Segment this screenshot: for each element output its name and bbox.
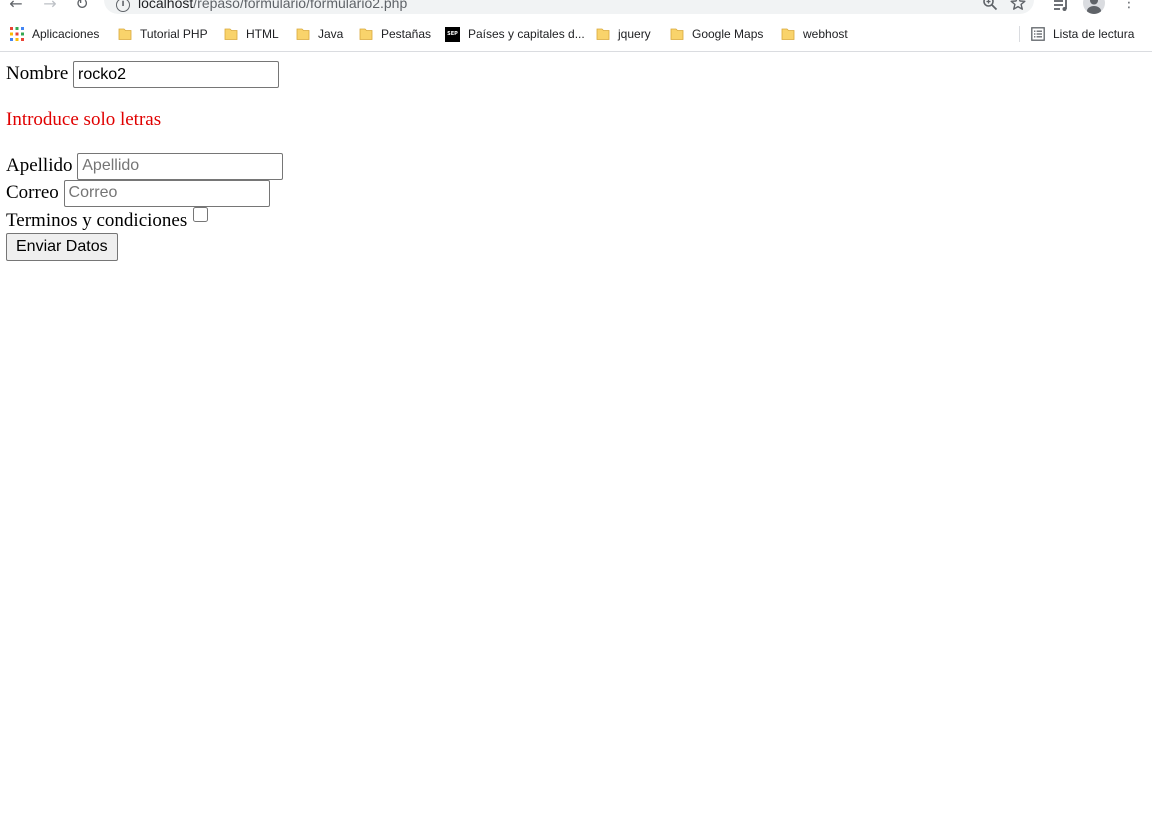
bookmark-paises-capitales[interactable]: SEP Países y capitales d... xyxy=(445,26,585,42)
kebab-menu-icon[interactable]: ⋮ xyxy=(1120,0,1138,12)
forward-arrow-icon[interactable]: → xyxy=(40,0,60,14)
url-path: /repaso/formulario/formulario2.php xyxy=(193,0,408,11)
terminos-row: Terminos y condiciones xyxy=(6,206,1146,234)
folder-icon xyxy=(596,28,610,40)
zoom-icon[interactable] xyxy=(982,0,998,11)
bookmark-star-icon[interactable] xyxy=(1010,0,1026,11)
nombre-row: Nombre xyxy=(6,61,1146,88)
bookmarks-divider xyxy=(1019,26,1020,42)
bookmark-aplicaciones[interactable]: Aplicaciones xyxy=(10,26,99,42)
url-host: localhost xyxy=(138,0,194,11)
sep-favicon-icon: SEP xyxy=(445,26,460,42)
correo-input[interactable] xyxy=(63,179,270,207)
folder-icon xyxy=(781,28,795,40)
folder-icon xyxy=(670,28,684,40)
bookmark-google-maps[interactable]: Google Maps xyxy=(670,26,763,42)
apellido-row: Apellido xyxy=(6,152,1146,180)
reading-list-label: Lista de lectura xyxy=(1053,27,1135,41)
bookmarks-bar: Aplicaciones Tutorial PHP HTML Java Pest… xyxy=(0,14,1152,52)
apellido-input[interactable] xyxy=(77,152,284,180)
page-content: Nombre Introduce solo letras Apellido Co… xyxy=(0,53,1152,824)
bookmark-label: Tutorial PHP xyxy=(140,27,208,41)
folder-icon xyxy=(296,28,310,40)
apellido-label: Apellido xyxy=(6,154,73,176)
bookmark-label: Java xyxy=(318,27,344,41)
registration-form: Nombre Introduce solo letras Apellido Co… xyxy=(6,61,1146,262)
media-control-icon[interactable] xyxy=(1052,0,1070,14)
reload-icon[interactable]: ↻ xyxy=(72,0,92,14)
correo-row: Correo xyxy=(6,179,1146,207)
address-url[interactable]: localhost/repaso/formulario/formulario2.… xyxy=(138,0,407,11)
bookmark-tutorial-php[interactable]: Tutorial PHP xyxy=(118,26,208,42)
nombre-input[interactable] xyxy=(73,61,280,88)
correo-label: Correo xyxy=(6,181,59,203)
error-message: Introduce solo letras xyxy=(6,109,162,130)
site-info-icon[interactable]: i xyxy=(116,0,130,12)
enviar-datos-button[interactable]: Enviar Datos xyxy=(6,233,118,262)
bookmark-label: Aplicaciones xyxy=(32,27,100,41)
browser-toolbar: ← → ↻ i localhost/repaso/formulario/form… xyxy=(0,0,1152,14)
terminos-checkbox[interactable] xyxy=(193,206,209,222)
bookmark-label: jquery xyxy=(618,27,651,41)
address-bar[interactable]: i localhost/repaso/formulario/formulario… xyxy=(104,0,1034,14)
folder-icon xyxy=(118,28,132,40)
bookmark-label: Google Maps xyxy=(692,27,764,41)
bookmark-html[interactable]: HTML xyxy=(224,26,279,42)
submit-row: Enviar Datos xyxy=(6,233,1146,262)
bookmark-pestanas[interactable]: Pestañas xyxy=(359,26,431,42)
bookmark-webhost[interactable]: webhost xyxy=(781,26,848,42)
bookmark-java[interactable]: Java xyxy=(296,26,343,42)
nombre-label: Nombre xyxy=(6,62,69,84)
bookmark-label: HTML xyxy=(246,27,279,41)
bookmark-jquery[interactable]: jquery xyxy=(596,26,651,42)
apps-grid-icon xyxy=(10,27,24,41)
folder-icon xyxy=(224,28,238,40)
bookmark-label: webhost xyxy=(803,27,848,41)
bookmark-label: Países y capitales d... xyxy=(468,27,585,41)
terminos-label: Terminos y condiciones xyxy=(6,209,188,231)
profile-avatar-icon[interactable] xyxy=(1083,0,1105,14)
reading-list-button[interactable]: Lista de lectura xyxy=(1031,26,1134,42)
bookmark-label: Pestañas xyxy=(381,27,432,41)
folder-icon xyxy=(359,28,373,40)
back-arrow-icon[interactable]: ← xyxy=(6,0,26,14)
reading-list-icon xyxy=(1031,27,1045,41)
